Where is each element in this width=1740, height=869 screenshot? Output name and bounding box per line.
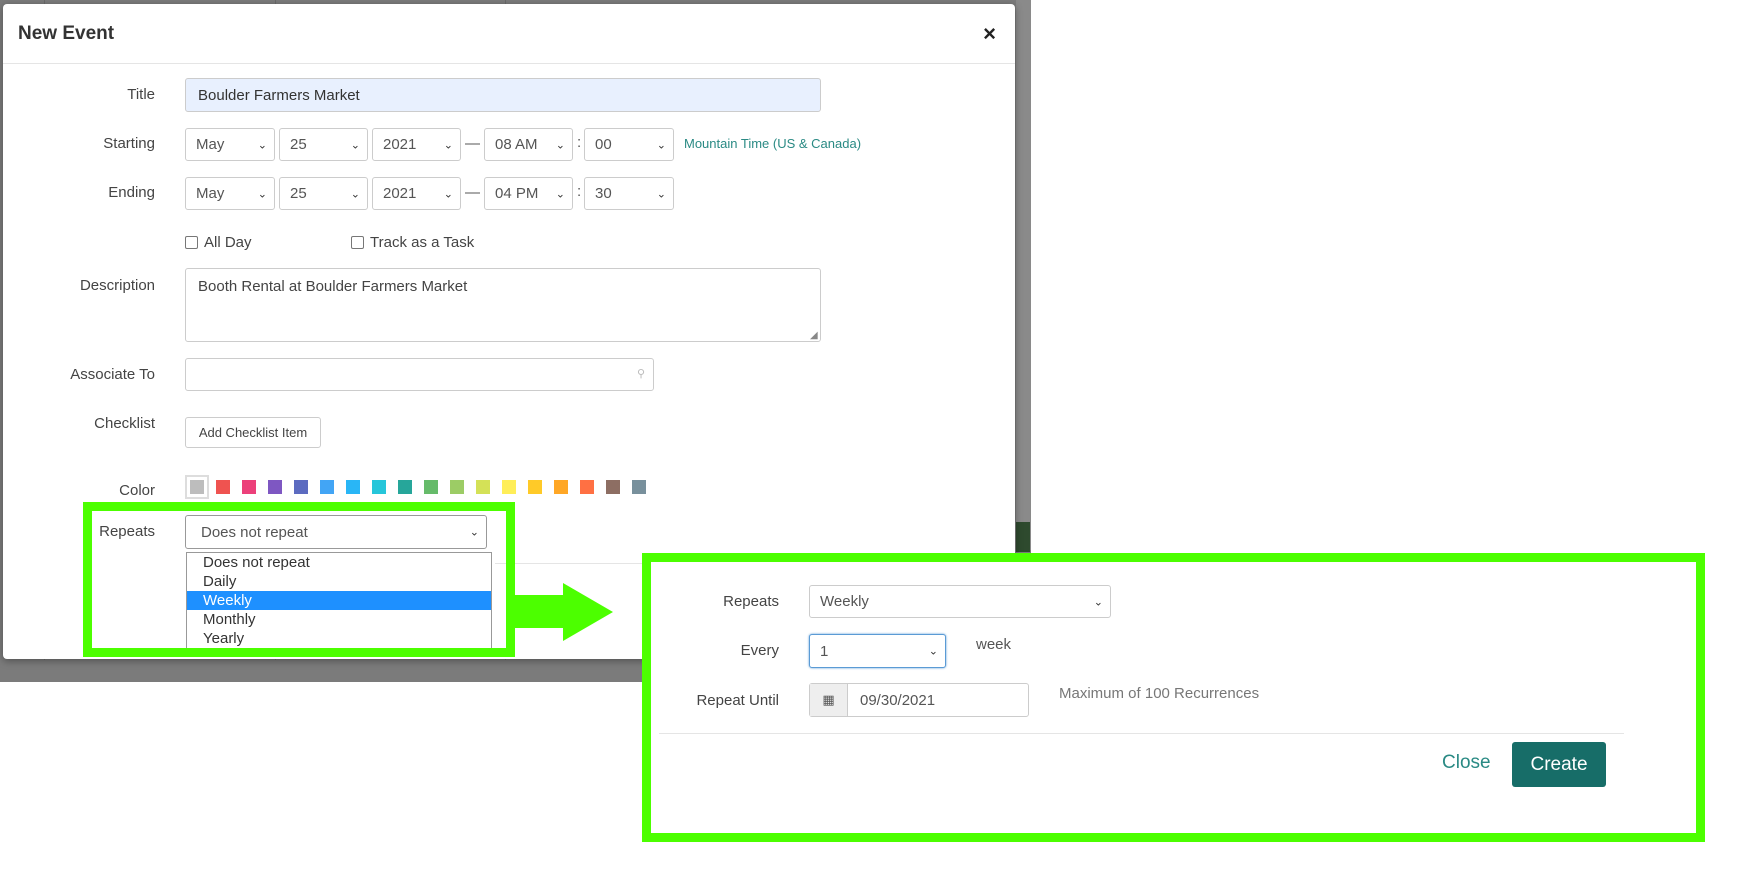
color-swatch[interactable] [185, 475, 209, 499]
end-dash: — [465, 184, 480, 201]
start-colon: : [577, 134, 582, 151]
color-swatch[interactable] [502, 480, 516, 494]
end-minute-select[interactable]: 30 ⌄ [584, 177, 674, 210]
end-month-value: May [196, 185, 225, 202]
color-swatch[interactable] [242, 480, 256, 494]
start-minute-select[interactable]: 00 ⌄ [584, 128, 674, 161]
end-year-select[interactable]: 2021 ⌄ [372, 177, 461, 210]
color-label: Color [119, 482, 155, 499]
checklist-label: Checklist [94, 415, 155, 432]
end-colon: : [577, 183, 582, 200]
start-month-select[interactable]: May ⌄ [185, 128, 275, 161]
starting-label: Starting [103, 135, 155, 152]
modal-title: New Event [18, 22, 115, 44]
associate-search-input[interactable]: ⚲ [185, 358, 654, 391]
arrow-body [515, 595, 567, 628]
color-swatch[interactable] [554, 480, 568, 494]
color-swatch[interactable] [580, 480, 594, 494]
associate-label: Associate To [70, 366, 155, 383]
timezone-link[interactable]: Mountain Time (US & Canada) [684, 136, 861, 151]
all-day-checkbox-row[interactable]: All Day [185, 234, 252, 251]
track-task-checkbox-row[interactable]: Track as a Task [351, 234, 474, 251]
start-year-select[interactable]: 2021 ⌄ [372, 128, 461, 161]
color-swatch[interactable] [372, 480, 386, 494]
highlight-frame [83, 502, 515, 657]
start-month-value: May [196, 136, 225, 153]
chevron-down-icon: ⌄ [555, 139, 565, 151]
start-dash: — [465, 135, 480, 152]
end-year-value: 2021 [383, 185, 417, 202]
color-swatch[interactable] [424, 480, 438, 494]
all-day-label: All Day [204, 234, 252, 251]
color-swatch[interactable] [216, 480, 230, 494]
end-day-value: 25 [290, 185, 307, 202]
resize-handle-icon[interactable]: ◢ [810, 330, 818, 341]
chevron-down-icon: ⌄ [257, 188, 267, 200]
color-swatch[interactable] [398, 480, 412, 494]
color-swatch[interactable] [268, 480, 282, 494]
color-swatch[interactable] [320, 480, 334, 494]
start-hour-select[interactable]: 08 AM ⌄ [484, 128, 573, 161]
start-hour-value: 08 AM [495, 136, 538, 153]
chevron-down-icon: ⌄ [257, 139, 267, 151]
track-task-label: Track as a Task [370, 234, 475, 251]
color-swatch[interactable] [476, 480, 490, 494]
description-label: Description [79, 277, 155, 294]
chevron-down-icon: ⌄ [555, 188, 565, 200]
background-edge [1016, 0, 1031, 550]
arrow-right-icon [563, 583, 613, 641]
color-swatch[interactable] [294, 480, 308, 494]
end-day-select[interactable]: 25 ⌄ [279, 177, 368, 210]
add-checklist-item-button[interactable]: Add Checklist Item [185, 417, 321, 448]
zoom-highlight-frame [642, 553, 1705, 842]
chevron-down-icon: ⌄ [443, 188, 453, 200]
end-hour-value: 04 PM [495, 185, 539, 202]
end-month-select[interactable]: May ⌄ [185, 177, 275, 210]
title-label: Title [127, 86, 155, 103]
start-day-select[interactable]: 25 ⌄ [279, 128, 368, 161]
search-icon: ⚲ [636, 368, 645, 380]
chevron-down-icon: ⌄ [350, 188, 360, 200]
modal-header: New Event × [3, 4, 1015, 64]
chevron-down-icon: ⌄ [656, 139, 666, 151]
start-day-value: 25 [290, 136, 307, 153]
color-swatch[interactable] [346, 480, 360, 494]
chevron-down-icon: ⌄ [656, 188, 666, 200]
end-hour-select[interactable]: 04 PM ⌄ [484, 177, 573, 210]
color-swatch[interactable] [450, 480, 464, 494]
ending-label: Ending [108, 184, 155, 201]
all-day-checkbox[interactable] [185, 236, 198, 249]
description-textarea[interactable]: Booth Rental at Boulder Farmers Market [185, 268, 821, 342]
background-event-chip [1016, 522, 1030, 552]
start-year-value: 2021 [383, 136, 417, 153]
chevron-down-icon: ⌄ [350, 139, 360, 151]
track-task-checkbox[interactable] [351, 236, 364, 249]
start-minute-value: 00 [595, 136, 612, 153]
color-swatch[interactable] [632, 480, 646, 494]
chevron-down-icon: ⌄ [443, 139, 453, 151]
color-swatch[interactable] [528, 480, 542, 494]
close-icon[interactable]: × [983, 21, 996, 47]
end-minute-value: 30 [595, 185, 612, 202]
title-input[interactable]: Boulder Farmers Market [185, 78, 821, 112]
background-bottom [0, 660, 645, 682]
color-swatch[interactable] [606, 480, 620, 494]
